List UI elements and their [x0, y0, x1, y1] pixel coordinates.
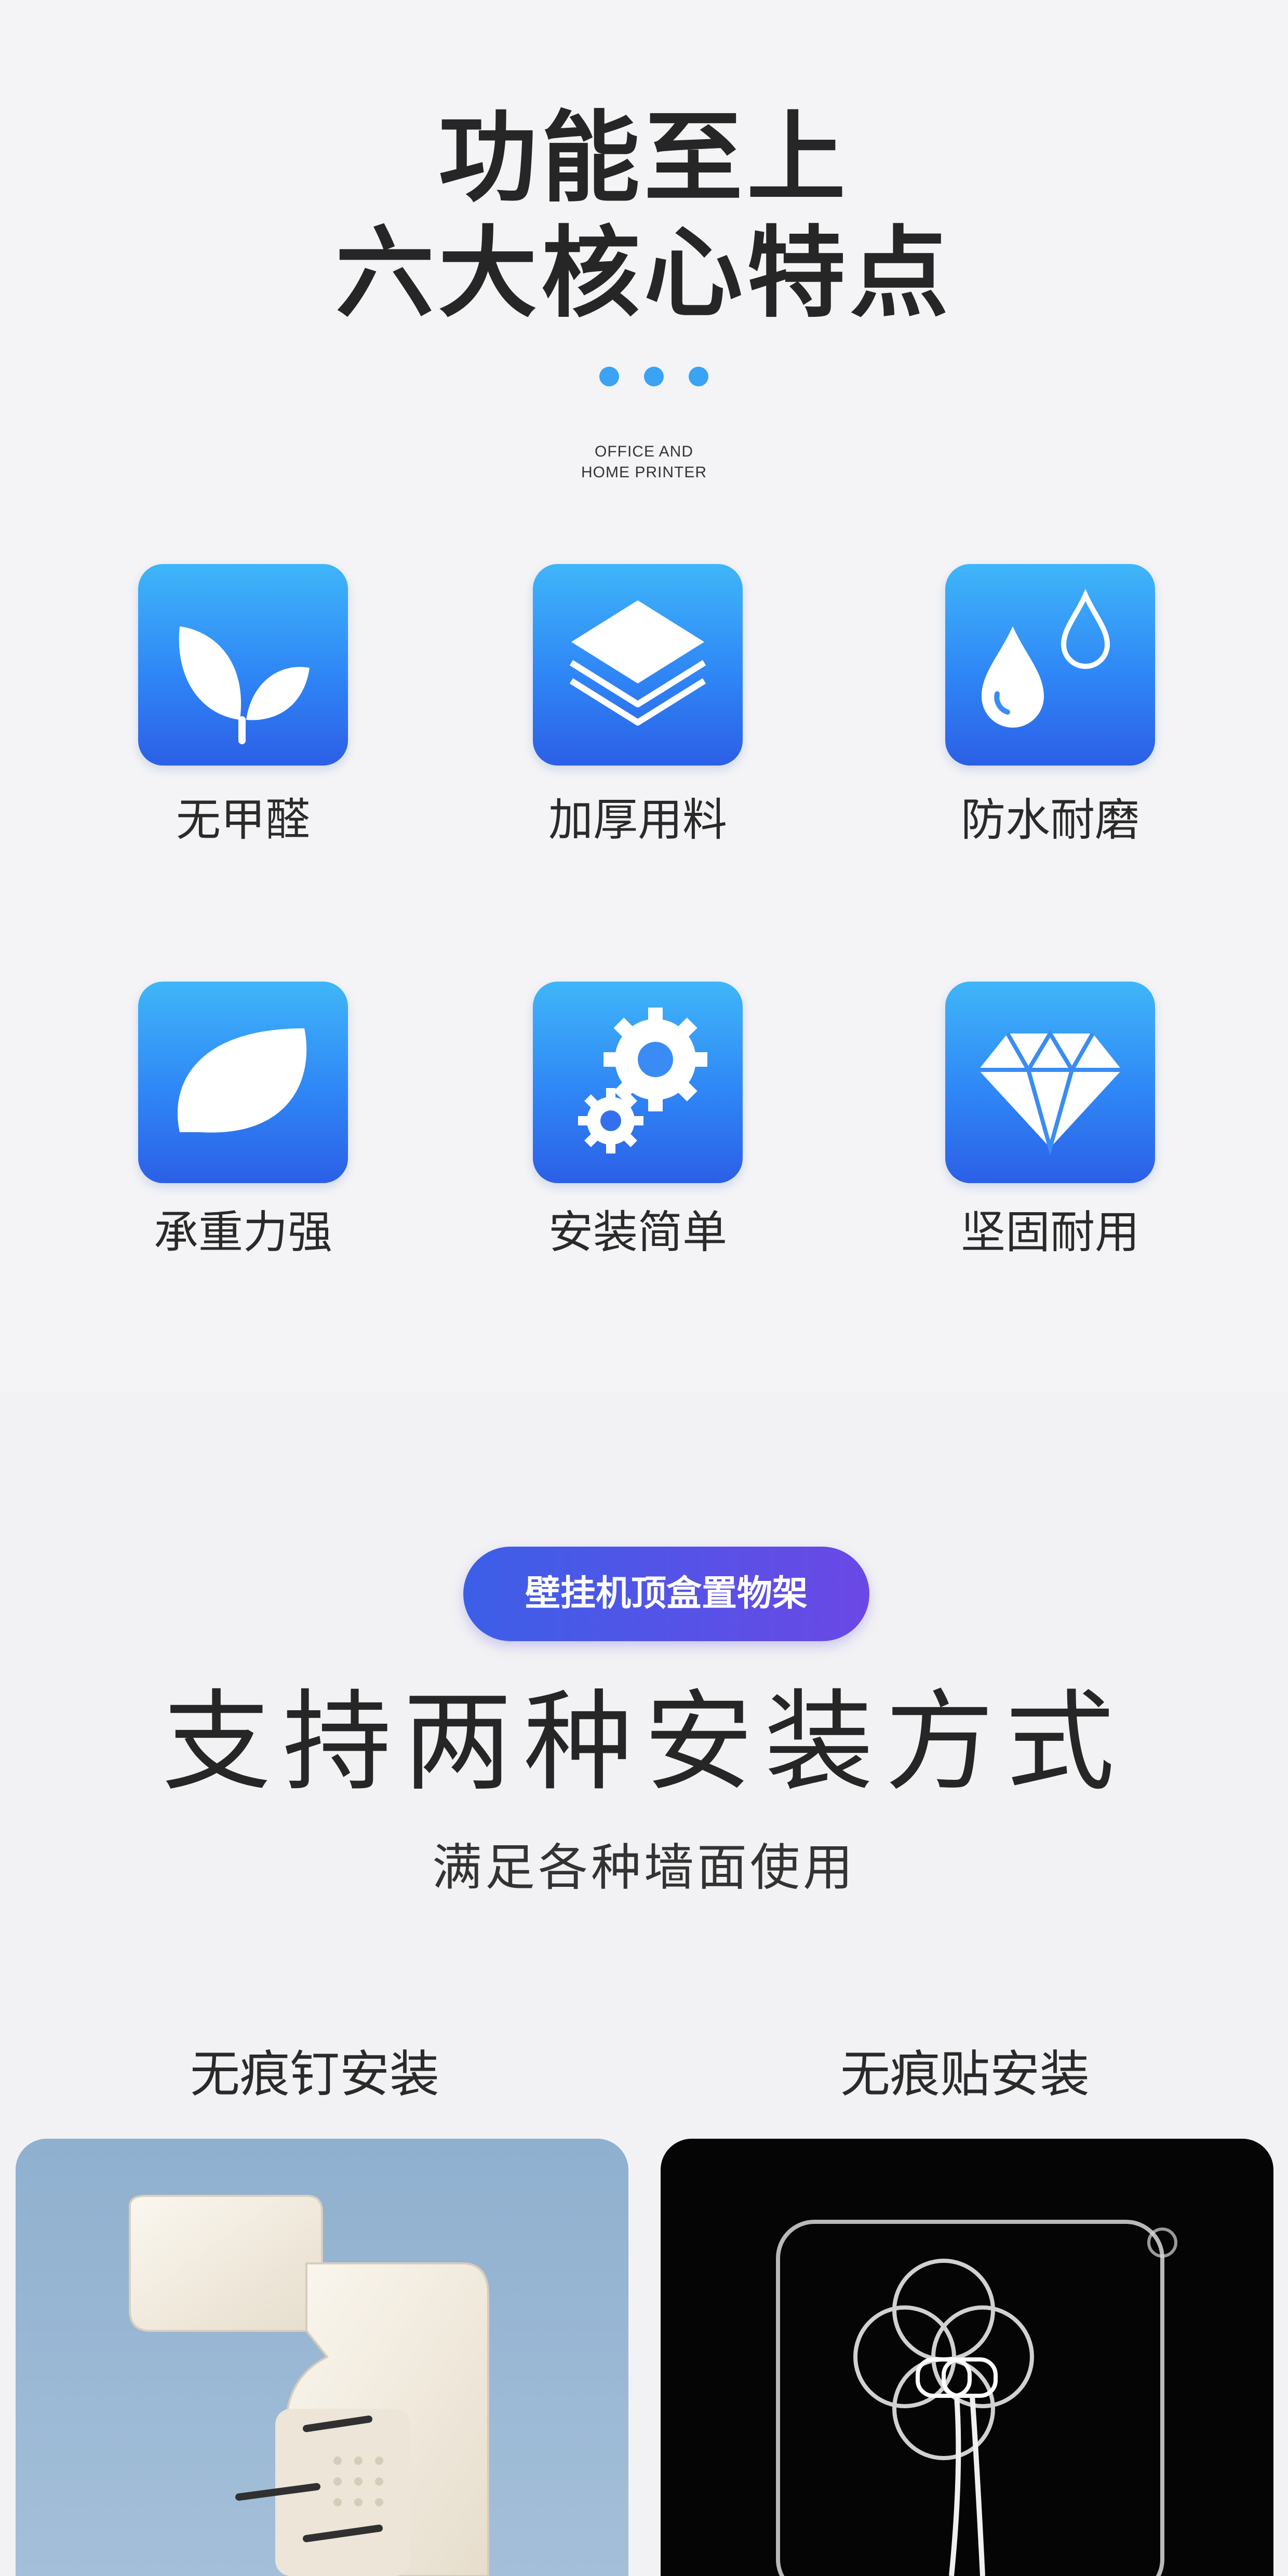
- feature-label: 坚固耐用: [961, 1206, 1139, 1258]
- feature-label: 承重力强: [154, 1206, 332, 1258]
- english-subtitle-line-2: HOME PRINTER: [581, 464, 707, 481]
- feature-label: 安装简单: [548, 1206, 727, 1258]
- decorative-dot: [644, 367, 664, 386]
- install-subheadline: 满足各种墙面使用: [432, 1839, 856, 1897]
- nail-mount-photo: [16, 2139, 628, 2576]
- method-label-nail: 无痕钉安装: [190, 2045, 439, 2103]
- product-badge: 壁挂机顶盒置物架: [463, 1547, 869, 1641]
- english-subtitle: OFFICE AND HOME PRINTER: [0, 441, 1288, 483]
- english-subtitle-line-1: OFFICE AND: [594, 443, 693, 460]
- sticker-mount-photo: [661, 2139, 1273, 2576]
- leaf-icon: [138, 982, 348, 1183]
- feature-label: 无甲醛: [176, 794, 310, 846]
- decorative-dot: [599, 367, 619, 386]
- decorative-dot: [689, 367, 708, 386]
- feature-label: 防水耐磨: [961, 794, 1139, 846]
- title-line-1: 功能至上: [438, 101, 850, 216]
- diamond-icon: [945, 982, 1155, 1183]
- gears-icon: [533, 982, 743, 1183]
- method-label-sticker: 无痕贴安装: [840, 2045, 1090, 2103]
- title-line-2: 六大核心特点: [335, 216, 952, 331]
- feature-label: 加厚用料: [548, 794, 727, 846]
- water-drops-icon: [945, 564, 1155, 766]
- stacked-layers-icon: [533, 564, 743, 766]
- install-headline: 支持两种安装方式: [162, 1679, 1126, 1806]
- leaf-sprout-icon: [138, 564, 348, 766]
